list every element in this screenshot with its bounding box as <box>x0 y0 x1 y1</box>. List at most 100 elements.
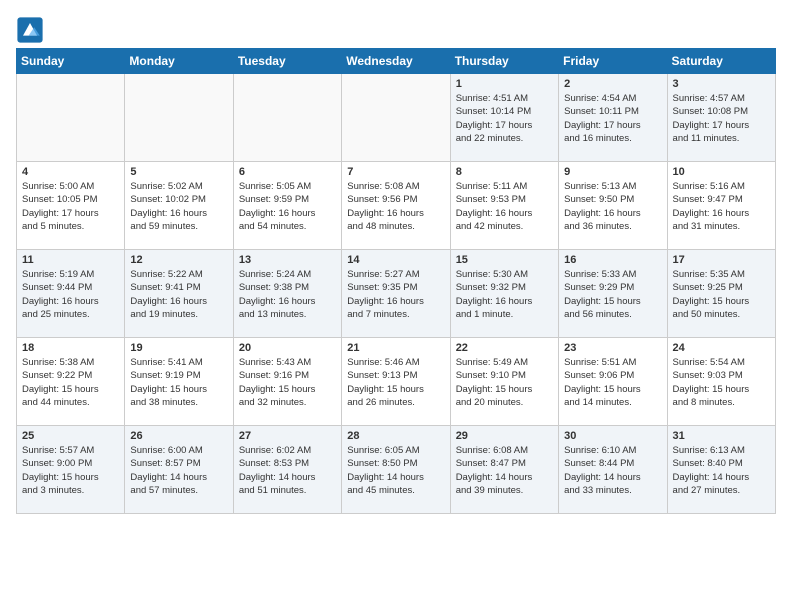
day-number: 31 <box>673 430 770 442</box>
calendar-cell: 16 Sunrise: 5:33 AM Sunset: 9:29 PM Dayli… <box>559 250 667 338</box>
day-number: 3 <box>673 78 770 90</box>
calendar-table: SundayMondayTuesdayWednesdayThursdayFrid… <box>16 48 776 514</box>
day-number: 12 <box>130 254 227 266</box>
day-number: 16 <box>564 254 661 266</box>
day-number: 9 <box>564 166 661 178</box>
cell-info: Sunrise: 5:08 AM Sunset: 9:56 PM Dayligh… <box>347 180 444 233</box>
day-number: 4 <box>22 166 119 178</box>
calendar-cell: 3Sunrise: 4:57 AM Sunset: 10:08 PM Dayli… <box>667 74 775 162</box>
day-number: 14 <box>347 254 444 266</box>
cell-info: Sunrise: 5:27 AM Sunset: 9:35 PM Dayligh… <box>347 268 444 321</box>
calendar-cell: 11 Sunrise: 5:19 AM Sunset: 9:44 PM Dayli… <box>17 250 125 338</box>
day-number: 8 <box>456 166 553 178</box>
weekday-monday: Monday <box>125 49 233 74</box>
calendar-cell: 23 Sunrise: 5:51 AM Sunset: 9:06 PM Dayli… <box>559 338 667 426</box>
cell-info: Sunrise: 5:49 AM Sunset: 9:10 PM Dayligh… <box>456 356 553 409</box>
calendar-cell: 6 Sunrise: 5:05 AM Sunset: 9:59 PM Daylig… <box>233 162 341 250</box>
day-number: 24 <box>673 342 770 354</box>
weekday-saturday: Saturday <box>667 49 775 74</box>
day-number: 25 <box>22 430 119 442</box>
calendar-cell: 24Sunrise: 5:54 AM Sunset: 9:03 PM Dayli… <box>667 338 775 426</box>
cell-info: Sunrise: 5:22 AM Sunset: 9:41 PM Dayligh… <box>130 268 227 321</box>
calendar-cell: 26 Sunrise: 6:00 AM Sunset: 8:57 PM Dayli… <box>125 426 233 514</box>
day-number: 13 <box>239 254 336 266</box>
week-row-3: 18Sunrise: 5:38 AM Sunset: 9:22 PM Dayli… <box>17 338 776 426</box>
cell-info: Sunrise: 5:51 AM Sunset: 9:06 PM Dayligh… <box>564 356 661 409</box>
cell-info: Sunrise: 6:05 AM Sunset: 8:50 PM Dayligh… <box>347 444 444 497</box>
cell-info: Sunrise: 6:13 AM Sunset: 8:40 PM Dayligh… <box>673 444 770 497</box>
cell-info: Sunrise: 6:00 AM Sunset: 8:57 PM Dayligh… <box>130 444 227 497</box>
cell-info: Sunrise: 5:46 AM Sunset: 9:13 PM Dayligh… <box>347 356 444 409</box>
cell-info: Sunrise: 5:43 AM Sunset: 9:16 PM Dayligh… <box>239 356 336 409</box>
day-number: 5 <box>130 166 227 178</box>
week-row-2: 11 Sunrise: 5:19 AM Sunset: 9:44 PM Dayli… <box>17 250 776 338</box>
day-number: 28 <box>347 430 444 442</box>
cell-info: Sunrise: 5:11 AM Sunset: 9:53 PM Dayligh… <box>456 180 553 233</box>
calendar-cell <box>342 74 450 162</box>
calendar-cell: 12 Sunrise: 5:22 AM Sunset: 9:41 PM Dayli… <box>125 250 233 338</box>
calendar-cell <box>17 74 125 162</box>
calendar-cell: 13 Sunrise: 5:24 AM Sunset: 9:38 PM Dayli… <box>233 250 341 338</box>
weekday-friday: Friday <box>559 49 667 74</box>
day-number: 2 <box>564 78 661 90</box>
cell-info: Sunrise: 4:51 AM Sunset: 10:14 PM Daylig… <box>456 92 553 145</box>
calendar-cell: 9 Sunrise: 5:13 AM Sunset: 9:50 PM Daylig… <box>559 162 667 250</box>
calendar-cell: 28 Sunrise: 6:05 AM Sunset: 8:50 PM Dayli… <box>342 426 450 514</box>
calendar-cell: 20 Sunrise: 5:43 AM Sunset: 9:16 PM Dayli… <box>233 338 341 426</box>
day-number: 17 <box>673 254 770 266</box>
cell-info: Sunrise: 5:19 AM Sunset: 9:44 PM Dayligh… <box>22 268 119 321</box>
logo-icon <box>16 16 44 44</box>
day-number: 20 <box>239 342 336 354</box>
calendar-cell: 22 Sunrise: 5:49 AM Sunset: 9:10 PM Dayli… <box>450 338 558 426</box>
day-number: 6 <box>239 166 336 178</box>
cell-info: Sunrise: 5:13 AM Sunset: 9:50 PM Dayligh… <box>564 180 661 233</box>
calendar-cell: 8 Sunrise: 5:11 AM Sunset: 9:53 PM Daylig… <box>450 162 558 250</box>
calendar-cell <box>125 74 233 162</box>
calendar-cell: 4 Sunrise: 5:00 AM Sunset: 10:05 PM Dayli… <box>17 162 125 250</box>
day-number: 22 <box>456 342 553 354</box>
cell-info: Sunrise: 5:33 AM Sunset: 9:29 PM Dayligh… <box>564 268 661 321</box>
calendar-cell: 25 Sunrise: 5:57 AM Sunset: 9:00 PM Dayli… <box>17 426 125 514</box>
weekday-wednesday: Wednesday <box>342 49 450 74</box>
cell-info: Sunrise: 5:05 AM Sunset: 9:59 PM Dayligh… <box>239 180 336 233</box>
calendar-cell: 1Sunrise: 4:51 AM Sunset: 10:14 PM Dayli… <box>450 74 558 162</box>
day-number: 21 <box>347 342 444 354</box>
day-number: 11 <box>22 254 119 266</box>
calendar-cell: 7 Sunrise: 5:08 AM Sunset: 9:56 PM Daylig… <box>342 162 450 250</box>
day-number: 29 <box>456 430 553 442</box>
day-number: 27 <box>239 430 336 442</box>
logo <box>16 16 48 44</box>
calendar-cell: 15Sunrise: 5:30 AM Sunset: 9:32 PM Dayli… <box>450 250 558 338</box>
cell-info: Sunrise: 5:00 AM Sunset: 10:05 PM Daylig… <box>22 180 119 233</box>
page-header <box>16 16 776 44</box>
calendar-cell: 14 Sunrise: 5:27 AM Sunset: 9:35 PM Dayli… <box>342 250 450 338</box>
cell-info: Sunrise: 5:24 AM Sunset: 9:38 PM Dayligh… <box>239 268 336 321</box>
day-number: 7 <box>347 166 444 178</box>
weekday-thursday: Thursday <box>450 49 558 74</box>
cell-info: Sunrise: 5:30 AM Sunset: 9:32 PM Dayligh… <box>456 268 553 321</box>
weekday-sunday: Sunday <box>17 49 125 74</box>
calendar-cell: 31 Sunrise: 6:13 AM Sunset: 8:40 PM Dayli… <box>667 426 775 514</box>
week-row-1: 4 Sunrise: 5:00 AM Sunset: 10:05 PM Dayli… <box>17 162 776 250</box>
cell-info: Sunrise: 4:54 AM Sunset: 10:11 PM Daylig… <box>564 92 661 145</box>
calendar-cell: 21 Sunrise: 5:46 AM Sunset: 9:13 PM Dayli… <box>342 338 450 426</box>
cell-info: Sunrise: 6:10 AM Sunset: 8:44 PM Dayligh… <box>564 444 661 497</box>
week-row-0: 1Sunrise: 4:51 AM Sunset: 10:14 PM Dayli… <box>17 74 776 162</box>
week-row-4: 25 Sunrise: 5:57 AM Sunset: 9:00 PM Dayli… <box>17 426 776 514</box>
weekday-tuesday: Tuesday <box>233 49 341 74</box>
cell-info: Sunrise: 5:41 AM Sunset: 9:19 PM Dayligh… <box>130 356 227 409</box>
day-number: 19 <box>130 342 227 354</box>
cell-info: Sunrise: 6:08 AM Sunset: 8:47 PM Dayligh… <box>456 444 553 497</box>
calendar-cell: 19 Sunrise: 5:41 AM Sunset: 9:19 PM Dayli… <box>125 338 233 426</box>
day-number: 26 <box>130 430 227 442</box>
calendar-cell: 27Sunrise: 6:02 AM Sunset: 8:53 PM Dayli… <box>233 426 341 514</box>
calendar-cell: 18Sunrise: 5:38 AM Sunset: 9:22 PM Dayli… <box>17 338 125 426</box>
cell-info: Sunrise: 5:35 AM Sunset: 9:25 PM Dayligh… <box>673 268 770 321</box>
day-number: 10 <box>673 166 770 178</box>
day-number: 23 <box>564 342 661 354</box>
cell-info: Sunrise: 5:57 AM Sunset: 9:00 PM Dayligh… <box>22 444 119 497</box>
cell-info: Sunrise: 5:16 AM Sunset: 9:47 PM Dayligh… <box>673 180 770 233</box>
day-number: 30 <box>564 430 661 442</box>
calendar-cell: 5Sunrise: 5:02 AM Sunset: 10:02 PM Dayli… <box>125 162 233 250</box>
calendar-cell: 30 Sunrise: 6:10 AM Sunset: 8:44 PM Dayli… <box>559 426 667 514</box>
